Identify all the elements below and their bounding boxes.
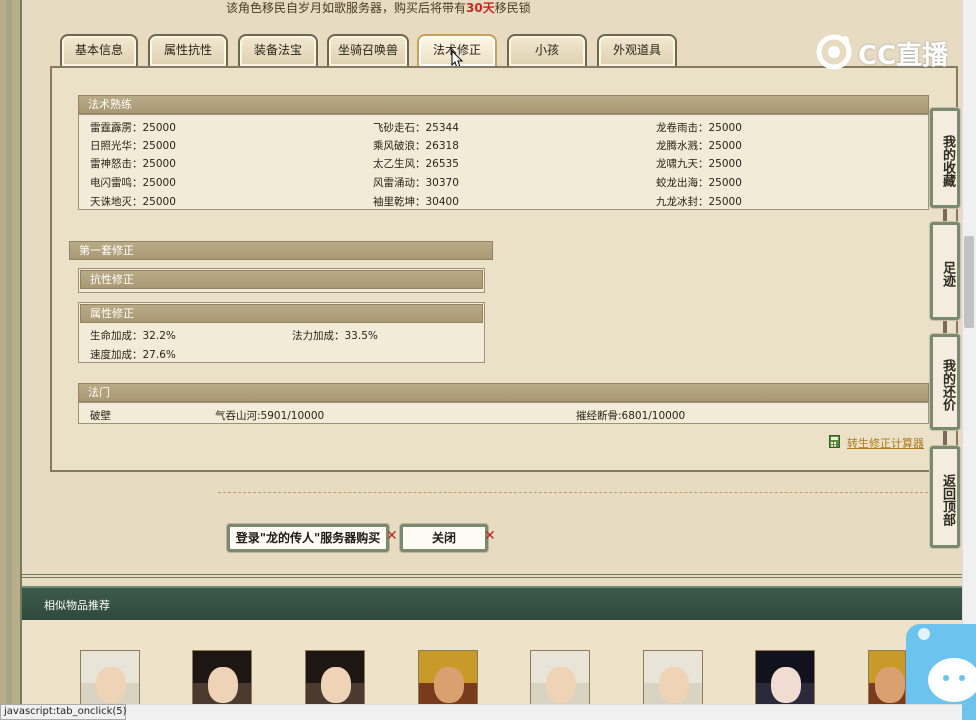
spell-cell: 太乙生风：26535 (373, 158, 459, 170)
item-portrait[interactable] (643, 650, 703, 710)
sidebar-connector (943, 320, 947, 334)
spell-mastery-box (78, 114, 929, 210)
item-portrait[interactable] (80, 650, 140, 710)
attr-cell: 速度加成：27.6% (90, 349, 176, 361)
tab-child[interactable]: 小孩 (507, 34, 587, 66)
horizontal-scrollbar[interactable] (126, 704, 962, 720)
browser-status-bar: javascript:tab_onclick(5); (0, 704, 130, 720)
sidebar-back-to-top[interactable]: 返回顶部 (930, 446, 960, 548)
sidebar-footprints[interactable]: 足迹 (930, 222, 960, 320)
spell-cell: 蛟龙出海：25000 (656, 177, 742, 189)
tab-attribute-resistance[interactable]: 属性抗性 (148, 34, 228, 66)
sidebar-connector (943, 430, 947, 446)
famen-box (78, 402, 929, 424)
famen-header: 法门 (78, 383, 929, 402)
sidebar-favorites[interactable]: 我的收藏 (930, 108, 960, 208)
close-x-icon: ✕ (484, 528, 496, 544)
tab-equipment[interactable]: 装备法宝 (238, 34, 318, 66)
spell-cell: 日照光华：25000 (90, 140, 176, 152)
famen-cell: 气吞山河:5901/10000 (215, 410, 325, 422)
migration-notice: 该角色移民自岁月如歌服务器，购买后将带有30天移民锁 (226, 1, 531, 15)
sidebar-connector (943, 208, 947, 222)
vertical-scrollbar[interactable] (962, 0, 976, 704)
attr-cell: 法力加成：33.5% (292, 330, 378, 342)
dotted-divider (218, 492, 928, 493)
login-buy-button[interactable]: 登录"龙的传人"服务器购买 (227, 524, 389, 552)
calculator-icon (829, 435, 840, 448)
famen-cell: 摧经断骨:6801/10000 (576, 410, 686, 422)
attr-correction-header: 属性修正 (80, 304, 483, 323)
item-portrait[interactable] (530, 650, 590, 710)
item-portrait[interactable] (192, 650, 252, 710)
section-border (22, 574, 962, 578)
spell-cell: 风雷涌动：30370 (373, 177, 459, 189)
first-set-header: 第一套修正 (69, 241, 493, 260)
resist-correction-header: 抗性修正 (80, 270, 483, 289)
spell-cell: 雷霆霹雳：25000 (90, 122, 176, 134)
left-decorative-strip (0, 0, 22, 720)
tab-basic-info[interactable]: 基本信息 (60, 34, 138, 66)
famen-cell: 破壁 (90, 410, 111, 422)
spell-cell: 乘风破浪：26318 (373, 140, 459, 152)
spell-mastery-header: 法术熟练 (78, 95, 929, 114)
item-portrait[interactable] (305, 650, 365, 710)
cc-live-watermark: CC直播 (858, 41, 949, 71)
close-x-icon: ✕ (386, 528, 398, 544)
attr-cell: 生命加成：32.2% (90, 330, 176, 342)
item-portrait[interactable] (418, 650, 478, 710)
spell-cell: 天诛地灭：25000 (90, 196, 176, 208)
item-portrait[interactable] (755, 650, 815, 710)
spell-cell: 龙卷雨击：25000 (656, 122, 742, 134)
similar-items-bar (22, 586, 962, 620)
similar-items-title: 相似物品推荐 (44, 599, 110, 612)
spell-cell: 电闪雷鸣：25000 (90, 177, 176, 189)
tab-mount-summon[interactable]: 坐骑召唤兽 (327, 34, 409, 66)
spell-cell: 龙啸九天：25000 (656, 158, 742, 170)
spell-cell: 九龙冰封：25000 (656, 196, 742, 208)
spell-cell: 龙腾水溅：25000 (656, 140, 742, 152)
tab-appearance[interactable]: 外观道具 (597, 34, 677, 66)
close-button[interactable]: 关闭 (400, 524, 488, 552)
item-portrait[interactable] (868, 650, 906, 710)
spell-cell: 雷神怒击：25000 (90, 158, 176, 170)
spell-cell: 飞砂走石：25344 (373, 122, 459, 134)
spell-cell: 袖里乾坤：30400 (373, 196, 459, 208)
rebirth-calculator-link[interactable]: 转生修正计算器 (847, 435, 924, 451)
sidebar-my-offers[interactable]: 我的还价 (930, 334, 960, 430)
scrollbar-thumb[interactable] (964, 236, 974, 328)
